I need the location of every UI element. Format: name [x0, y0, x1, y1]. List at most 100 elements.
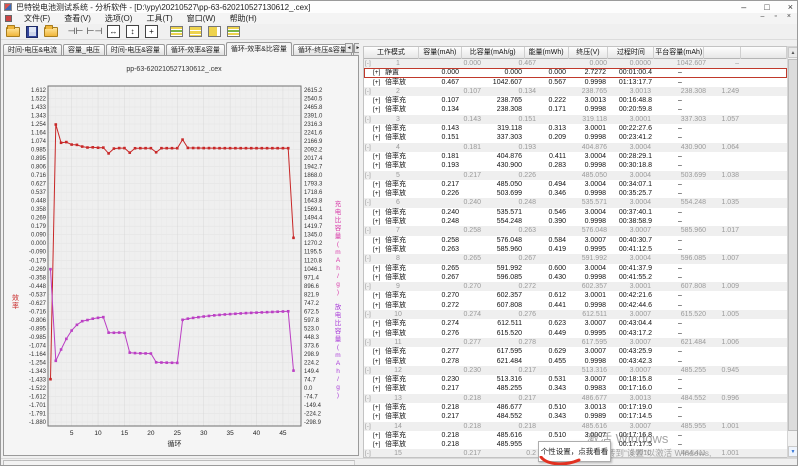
menu-item-5[interactable]: 帮助(H)	[223, 13, 264, 24]
fit-width-icon[interactable]: ↔	[105, 24, 123, 39]
folder-new-icon[interactable]	[42, 24, 60, 39]
step-row[interactable]: [+]倍率放0.217485.2550.3430.998300:17:16.0–	[364, 384, 787, 393]
expand-toggle-icon[interactable]: [+]	[364, 440, 385, 449]
menu-item-4[interactable]: 窗口(W)	[180, 13, 223, 24]
expand-toggle-icon[interactable]: [-]	[364, 338, 377, 347]
folder-open-icon[interactable]	[4, 24, 22, 39]
expand-toggle-icon[interactable]: [+]	[364, 78, 385, 87]
step-row[interactable]: [+]倍率充0.107238.7650.2223.001300:16:48.8–	[364, 96, 787, 105]
cycle-summary-row[interactable]: [-]90.2700.272602.3573.0001607.8081.009	[364, 282, 787, 291]
step-row[interactable]: [+]倍率放0.217484.5520.3430.998900:17:14.5–	[364, 412, 787, 421]
expand-toggle-icon[interactable]: [-]	[364, 422, 377, 431]
expand-toggle-icon[interactable]: [+]	[364, 105, 385, 114]
scroll-up-icon[interactable]: ▲	[788, 47, 798, 58]
step-row[interactable]: [+]倍率放0.272607.8080.4410.999800:42:44.6–	[364, 301, 787, 310]
cycle-summary-row[interactable]: [-]130.2180.217486.6773.0013484.5520.996	[364, 394, 787, 403]
expand-toggle-icon[interactable]: [+]	[364, 96, 385, 105]
fit-all-icon[interactable]: +	[143, 24, 161, 39]
step-row[interactable]: [+]倍率放0.278621.4840.4550.999800:43:42.3–	[364, 357, 787, 366]
menu-item-2[interactable]: 选项(O)	[98, 13, 140, 24]
cycle-efficiency-capacity-chart[interactable]: pp-63-620210527130612_.cex1.6122615.21.5…	[4, 56, 358, 455]
step-row[interactable]: [+]倍率充0.274612.5110.6233.000700:43:04.4–	[364, 319, 787, 328]
expand-toggle-icon[interactable]: [+]	[364, 347, 385, 356]
expand-toggle-icon[interactable]: [+]	[364, 357, 385, 366]
step-row[interactable]: [+]倍率放0.248554.2480.3900.999800:38:58.9–	[364, 217, 787, 226]
expand-toggle-icon[interactable]: [+]	[364, 319, 385, 328]
step-row[interactable]: [+]倍率充0.270602.3570.6123.000100:42:21.6–	[364, 291, 787, 300]
expand-toggle-icon[interactable]: [+]	[364, 264, 385, 273]
cycle-summary-row[interactable]: [-]70.2580.263576.0483.0007585.9601.017	[364, 226, 787, 235]
child-minimize-button[interactable]: –	[761, 13, 765, 20]
expand-toggle-icon[interactable]: [+]	[364, 161, 385, 170]
expand-toggle-icon[interactable]: [+]	[364, 329, 385, 338]
expand-toggle-icon[interactable]: [-]	[364, 143, 377, 152]
column-header-4[interactable]: 终压(V)	[569, 47, 609, 59]
expand-toggle-icon[interactable]: [+]	[364, 180, 385, 189]
column-header-6[interactable]: 平台容量(mAh)	[654, 47, 704, 59]
expand-toggle-icon[interactable]: [-]	[364, 59, 377, 68]
expand-toggle-icon[interactable]: [-]	[364, 254, 377, 263]
tab-scroll-left-icon[interactable]: ◄	[345, 43, 353, 53]
table-vertical-scrollbar[interactable]: ▲ ▼	[787, 46, 798, 458]
cycle-summary-row[interactable]: [-]20.1070.134238.7653.0013238.3081.249	[364, 87, 787, 96]
expand-toggle-icon[interactable]: [-]	[364, 366, 377, 375]
step-row[interactable]: [+]倍率充0.218485.6160.5103.000700:17:16.8–	[364, 431, 787, 440]
menu-item-1[interactable]: 查看(V)	[57, 13, 98, 24]
step-row[interactable]: [+]倍率充0.240535.5710.5463.000400:37:40.1–	[364, 208, 787, 217]
expand-toggle-icon[interactable]: [-]	[364, 282, 377, 291]
step-row[interactable]: [+]倍率充0.217485.0500.4943.000400:34:07.1–	[364, 180, 787, 189]
minimize-button[interactable]: –	[741, 2, 746, 12]
column-header-7[interactable]	[704, 47, 741, 59]
expand-toggle-icon[interactable]: [+]	[364, 384, 385, 393]
step-row[interactable]: [+]倍率放0.226503.6990.3460.999800:35:25.7–	[364, 189, 787, 198]
cycle-summary-row[interactable]: [-]40.1810.193404.8763.0004430.9001.064	[364, 143, 787, 152]
cycle-summary-row[interactable]: [-]110.2770.278617.5953.0007621.4841.006	[364, 338, 787, 347]
expand-toggle-icon[interactable]: [-]	[364, 115, 377, 124]
column-header-8[interactable]	[741, 47, 787, 59]
compress-h-icon[interactable]: ⊣⊢	[67, 24, 85, 39]
expand-toggle-icon[interactable]: [-]	[364, 198, 377, 207]
step-row[interactable]: [+]倍率充0.258576.0480.5843.000700:40:30.7–	[364, 236, 787, 245]
column-header-1[interactable]: 容量(mAh)	[419, 47, 462, 59]
expand-toggle-icon[interactable]: [-]	[364, 449, 377, 458]
step-row[interactable]: [+]倍率充0.265591.9920.6003.000400:41:37.9–	[364, 264, 787, 273]
cycle-summary-row[interactable]: [-]100.2740.276612.5113.0007615.5201.005	[364, 310, 787, 319]
menu-item-3[interactable]: 工具(T)	[139, 13, 179, 24]
step-row[interactable]: [+]倍率放0.134238.3080.1710.999800:20:59.8–	[364, 105, 787, 114]
step-row[interactable]: [+]倍率充0.230513.3160.5313.000700:18:15.8–	[364, 375, 787, 384]
step-row[interactable]: [+]倍率放0.193430.9000.2830.999800:30:18.8–	[364, 161, 787, 170]
column-header-3[interactable]: 能量(mWh)	[525, 47, 569, 59]
expand-toggle-icon[interactable]: [+]	[364, 68, 385, 77]
step-row[interactable]: [+]倍率充0.218486.6770.5103.001300:17:19.0–	[364, 403, 787, 412]
menu-item-0[interactable]: 文件(F)	[17, 13, 57, 24]
cycle-summary-row[interactable]: [-]60.2400.248535.5713.0004554.2481.035	[364, 198, 787, 207]
expand-toggle-icon[interactable]: [+]	[364, 403, 385, 412]
column-header-0[interactable]: 工作模式	[364, 47, 419, 59]
tab-循环-效率&比容量[interactable]: 循环-效率&比容量	[226, 42, 292, 56]
cycle-summary-row[interactable]: [-]10.0000.4670.0000.00001042.607–	[364, 59, 787, 68]
step-row[interactable]: [+]倍率放0.4671042.6070.5670.999801:13:17.7…	[364, 78, 787, 87]
table-list-1-icon[interactable]	[168, 24, 186, 39]
cycle-summary-row[interactable]: [-]120.2300.217513.3163.0007485.2550.945	[364, 366, 787, 375]
child-close-button[interactable]: ×	[787, 13, 791, 20]
step-row[interactable]: [+]倍率充0.181404.8760.4113.000400:28:29.1–	[364, 152, 787, 161]
cycle-summary-row[interactable]: [-]140.2180.218485.6163.0007485.9551.001	[364, 422, 787, 431]
expand-toggle-icon[interactable]: [-]	[364, 226, 377, 235]
expand-h-icon[interactable]: ⊢⊣	[86, 24, 104, 39]
expand-toggle-icon[interactable]: [-]	[364, 310, 377, 319]
expand-toggle-icon[interactable]: [+]	[364, 133, 385, 142]
scroll-down-icon[interactable]: ▼	[788, 446, 798, 457]
expand-toggle-icon[interactable]: [+]	[364, 375, 385, 384]
step-row[interactable]: [+]静置0.0000.0000.0002.727200:01:00.4–	[364, 68, 787, 77]
child-window-icon[interactable]	[5, 15, 12, 22]
restore-button[interactable]: □	[764, 2, 769, 12]
expand-toggle-icon[interactable]: [+]	[364, 236, 385, 245]
table-list-4-icon[interactable]	[225, 24, 243, 39]
expand-toggle-icon[interactable]: [+]	[364, 291, 385, 300]
cycle-summary-row[interactable]: [-]30.1430.151319.1183.0001337.3031.057	[364, 115, 787, 124]
table-list-3-icon[interactable]	[206, 24, 224, 39]
cycle-summary-row[interactable]: [-]80.2650.267591.9923.0004596.0851.007	[364, 254, 787, 263]
cycle-summary-row[interactable]: [-]50.2170.226485.0503.0004503.6991.038	[364, 171, 787, 180]
step-row[interactable]: [+]倍率放0.151337.3030.2090.999800:23:41.2–	[364, 133, 787, 142]
expand-toggle-icon[interactable]: [+]	[364, 152, 385, 161]
